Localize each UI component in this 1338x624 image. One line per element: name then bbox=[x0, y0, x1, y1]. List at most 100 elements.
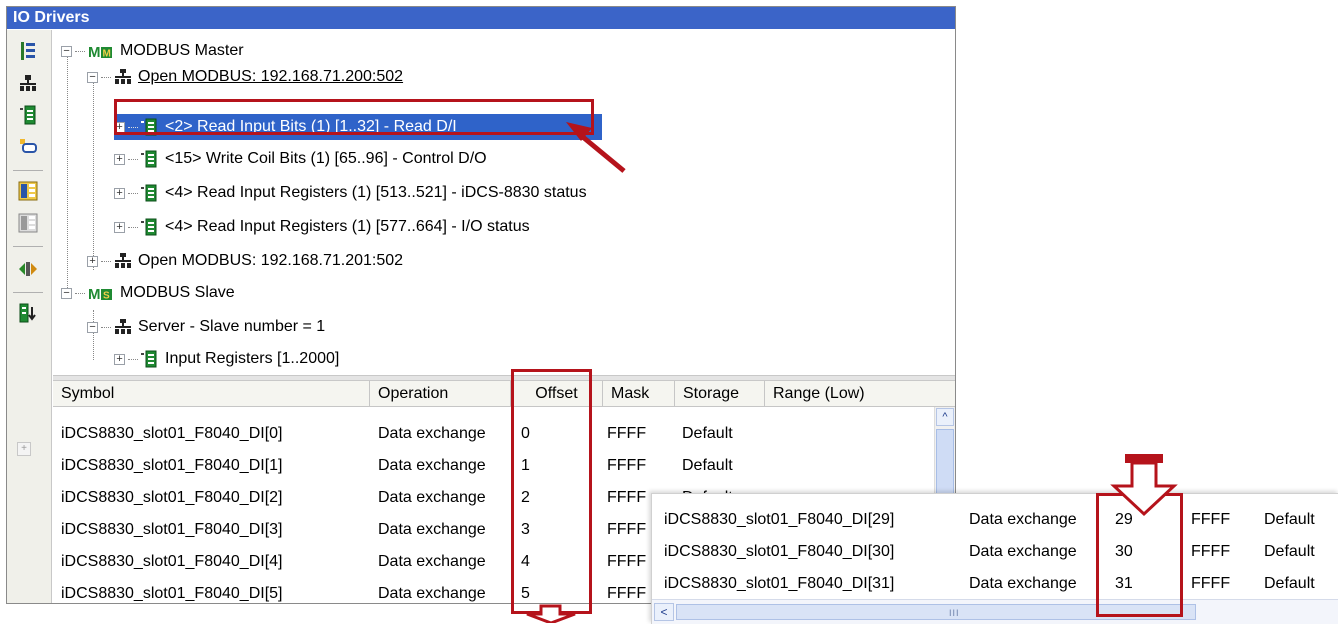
table-row[interactable]: iDCS8830_slot01_F8040_DI[31] Data exchan… bbox=[652, 568, 1338, 600]
tree-connector bbox=[101, 76, 111, 78]
tree-connector bbox=[75, 292, 85, 294]
panel-title: IO Drivers bbox=[7, 7, 955, 29]
tree-node-open-modbus-200[interactable]: − Open MODBUS: 192.168.71.200:502 bbox=[87, 64, 403, 90]
tree-connector bbox=[128, 192, 138, 194]
cell-symbol: iDCS8830_slot01_F8040_DI[4] bbox=[61, 553, 283, 570]
highlight-box-selected-node bbox=[114, 99, 594, 135]
network-icon bbox=[114, 253, 132, 269]
cell-mask: FFFF bbox=[607, 425, 647, 442]
tree-node-label: Server - Slave number = 1 bbox=[138, 318, 326, 335]
cell-operation: Data exchange bbox=[378, 425, 486, 442]
table-row[interactable]: iDCS8830_slot01_F8040_DI[0] Data exchang… bbox=[53, 418, 935, 450]
modbus-slave-icon: MS bbox=[88, 285, 114, 301]
cell-storage: Default bbox=[1264, 575, 1315, 592]
cell-mask: FFFF bbox=[1191, 575, 1231, 592]
tree-node-label: Open MODBUS: 192.168.71.200:502 bbox=[138, 68, 404, 85]
network-icon bbox=[114, 69, 132, 85]
cell-operation: Data exchange bbox=[378, 553, 486, 570]
tree-node-label: <4> Read Input Registers (1) [513..521] … bbox=[165, 184, 587, 201]
expand-toggle[interactable]: + bbox=[87, 255, 98, 267]
tree-node-write-coil-bits[interactable]: + <15> Write Coil Bits (1) [65..96] - Co… bbox=[114, 146, 487, 172]
exchange-icon[interactable] bbox=[17, 258, 39, 280]
tree-node-label: MODBUS Master bbox=[120, 42, 244, 59]
tree-connector bbox=[67, 50, 68, 296]
zoomed-rows-inset: iDCS8830_slot01_F8040_DI[29] Data exchan… bbox=[651, 493, 1338, 624]
svg-text:M: M bbox=[88, 44, 101, 59]
tree-node-open-modbus-201[interactable]: + Open MODBUS: 192.168.71.201:502 bbox=[87, 248, 403, 274]
expand-toggle[interactable]: + bbox=[114, 221, 125, 233]
collapse-toggle[interactable]: − bbox=[87, 71, 98, 83]
import-icon[interactable] bbox=[17, 180, 39, 202]
table-row[interactable]: iDCS8830_slot01_F8040_DI[1] Data exchang… bbox=[53, 450, 935, 482]
toolbar-separator bbox=[13, 292, 43, 293]
scroll-thumb-grip: III bbox=[949, 608, 960, 618]
left-toolbar: + bbox=[7, 30, 52, 603]
cell-operation: Data exchange bbox=[378, 585, 486, 602]
expand-toggle[interactable]: + bbox=[114, 153, 125, 165]
export-icon[interactable] bbox=[17, 212, 39, 234]
tree-connector bbox=[128, 158, 138, 160]
cell-mask: FFFF bbox=[607, 489, 647, 506]
column-header-storage[interactable]: Storage bbox=[675, 381, 765, 406]
connect-icon[interactable] bbox=[17, 136, 39, 158]
tree-node-read-input-registers-status[interactable]: + <4> Read Input Registers (1) [513..521… bbox=[114, 180, 587, 206]
collapse-toggle[interactable]: − bbox=[87, 321, 98, 333]
cell-mask: FFFF bbox=[607, 553, 647, 570]
tree-node-label: Open MODBUS: 192.168.71.201:502 bbox=[138, 252, 404, 269]
tree-connector bbox=[128, 358, 138, 360]
sort-icon[interactable] bbox=[17, 302, 39, 324]
collapse-toggle[interactable]: − bbox=[61, 45, 72, 57]
cell-symbol: iDCS8830_slot01_F8040_DI[5] bbox=[61, 585, 283, 602]
tree-node-label: <15> Write Coil Bits (1) [65..96] - Cont… bbox=[165, 150, 487, 167]
block-icon bbox=[141, 184, 159, 202]
cell-mask: FFFF bbox=[1191, 511, 1231, 528]
tree-view-icon[interactable] bbox=[17, 40, 39, 62]
tree-node-read-input-registers-io[interactable]: + <4> Read Input Registers (1) [577..664… bbox=[114, 214, 530, 240]
tree-node-modbus-master[interactable]: − MM MODBUS Master bbox=[61, 38, 244, 64]
collapse-toggle[interactable]: − bbox=[61, 287, 72, 299]
cell-operation: Data exchange bbox=[969, 511, 1077, 528]
modbus-master-icon: MM bbox=[88, 43, 114, 59]
block-icon[interactable] bbox=[17, 104, 39, 126]
network-icon bbox=[114, 319, 132, 335]
cell-symbol: iDCS8830_slot01_F8040_DI[31] bbox=[664, 575, 895, 592]
column-header-symbol[interactable]: Symbol bbox=[53, 381, 370, 406]
column-header-range-low[interactable]: Range (Low) bbox=[765, 381, 955, 406]
tree-connector bbox=[101, 260, 111, 262]
tree-node-label: MODBUS Slave bbox=[120, 284, 235, 301]
scroll-up-button[interactable]: ^ bbox=[936, 408, 954, 426]
row-expand-icon[interactable]: + bbox=[17, 442, 31, 456]
driver-tree: − MM MODBUS Master − Open MODBUS: 192.16… bbox=[53, 30, 955, 374]
scroll-left-button[interactable]: < bbox=[654, 603, 674, 621]
tree-connector bbox=[128, 226, 138, 228]
block-icon bbox=[141, 218, 159, 236]
tree-node-modbus-slave[interactable]: − MS MODBUS Slave bbox=[61, 280, 235, 306]
cell-operation: Data exchange bbox=[378, 457, 486, 474]
tree-node-input-registers[interactable]: + Input Registers [1..2000] bbox=[114, 346, 339, 372]
cell-symbol: iDCS8830_slot01_F8040_DI[30] bbox=[664, 543, 895, 560]
cell-operation: Data exchange bbox=[378, 521, 486, 538]
cell-mask: FFFF bbox=[607, 585, 647, 602]
tree-connector bbox=[101, 326, 111, 328]
svg-text:S: S bbox=[103, 291, 110, 302]
svg-text:M: M bbox=[88, 286, 101, 301]
toolbar-separator bbox=[13, 246, 43, 247]
column-header-operation[interactable]: Operation bbox=[370, 381, 511, 406]
tree-node-server[interactable]: − Server - Slave number = 1 bbox=[87, 314, 325, 340]
column-header-mask[interactable]: Mask bbox=[603, 381, 675, 406]
tree-connector bbox=[93, 76, 94, 270]
horizontal-scrollbar[interactable]: < III bbox=[652, 599, 1338, 624]
cell-symbol: iDCS8830_slot01_F8040_DI[2] bbox=[61, 489, 283, 506]
cell-operation: Data exchange bbox=[969, 575, 1077, 592]
network-icon[interactable] bbox=[17, 72, 39, 94]
expand-toggle[interactable]: + bbox=[114, 187, 125, 199]
tree-node-label: Input Registers [1..2000] bbox=[165, 350, 340, 367]
highlight-box-inset-offset bbox=[1096, 493, 1183, 617]
table-row[interactable]: iDCS8830_slot01_F8040_DI[30] Data exchan… bbox=[652, 536, 1338, 568]
block-icon bbox=[141, 350, 159, 368]
tree-connector bbox=[75, 50, 85, 52]
cell-symbol: iDCS8830_slot01_F8040_DI[3] bbox=[61, 521, 283, 538]
cell-mask: FFFF bbox=[607, 521, 647, 538]
expand-toggle[interactable]: + bbox=[114, 353, 125, 365]
table-row[interactable]: iDCS8830_slot01_F8040_DI[29] Data exchan… bbox=[652, 504, 1338, 536]
